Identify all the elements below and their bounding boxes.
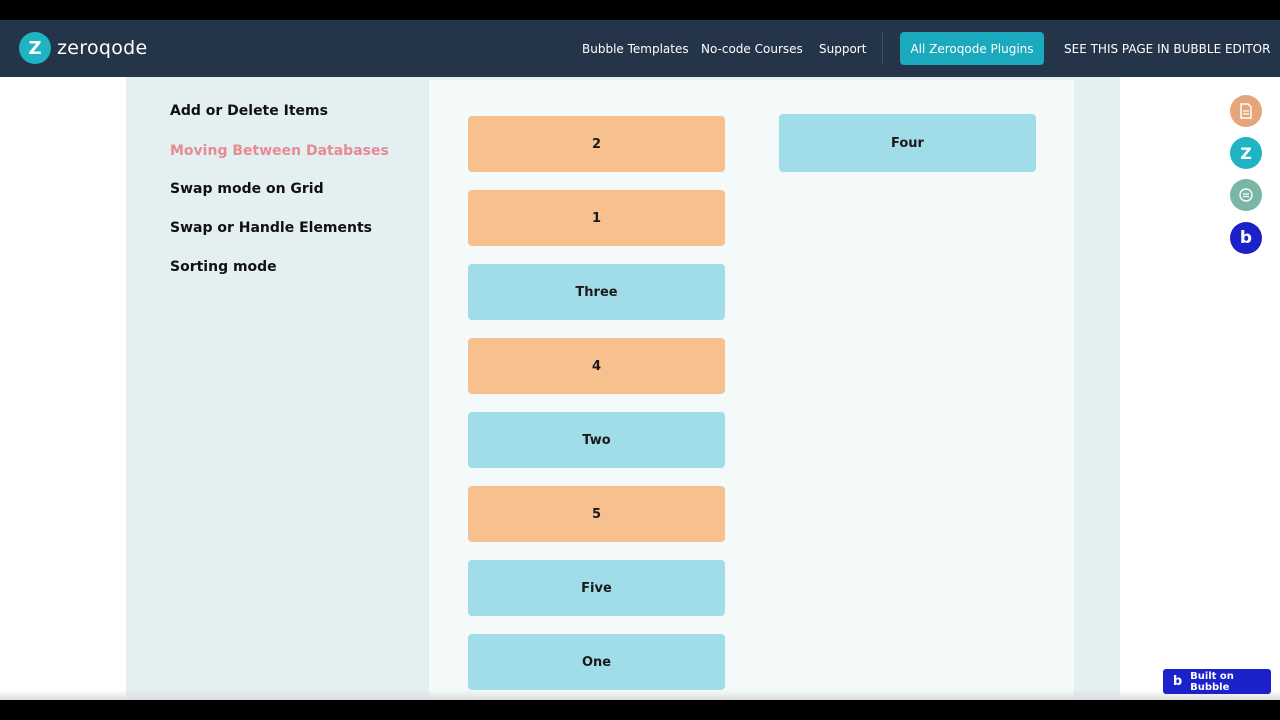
sidebar-item-add-delete[interactable]: Add or Delete Items bbox=[170, 103, 328, 119]
sidebar-item-swap-handle[interactable]: Swap or Handle Elements bbox=[170, 220, 372, 236]
bubble-icon[interactable]: b bbox=[1230, 222, 1262, 254]
sidebar-item-sorting[interactable]: Sorting mode bbox=[170, 259, 277, 275]
nav-divider bbox=[882, 32, 883, 65]
badge-label: Built on Bubble bbox=[1190, 670, 1234, 693]
draggable-card[interactable]: 1 bbox=[468, 190, 725, 246]
nav-no-code-courses[interactable]: No-code Courses bbox=[701, 20, 803, 77]
bubble-logo-icon: b bbox=[1172, 674, 1183, 689]
nav-link-label: Support bbox=[819, 41, 867, 56]
nav-support[interactable]: Support bbox=[819, 20, 866, 77]
sidebar-item-swap-grid[interactable]: Swap mode on Grid bbox=[170, 181, 324, 197]
zeroqode-icon[interactable]: Z bbox=[1230, 137, 1262, 169]
zeroqode-logo[interactable]: Z zeroqode bbox=[19, 32, 148, 64]
draggable-card[interactable]: 2 bbox=[468, 116, 725, 172]
logo-text: zeroqode bbox=[57, 37, 148, 59]
nav-link-label: No-code Courses bbox=[701, 41, 803, 56]
nav-link-label: Bubble Templates bbox=[582, 41, 689, 56]
top-navbar: Z zeroqode Bubble Templates No-code Cour… bbox=[0, 20, 1280, 77]
draggable-card[interactable]: 4 bbox=[468, 338, 725, 394]
draggable-card[interactable]: Five bbox=[468, 560, 725, 616]
zeroqode-logo-icon: Z bbox=[19, 32, 51, 64]
draggable-card[interactable]: Four bbox=[779, 114, 1036, 172]
nav-bubble-templates[interactable]: Bubble Templates bbox=[582, 20, 689, 77]
document-icon[interactable] bbox=[1230, 95, 1262, 127]
sidebar-item-moving-databases[interactable]: Moving Between Databases bbox=[170, 143, 389, 159]
built-on-bubble-badge[interactable]: b Built on Bubble bbox=[1163, 669, 1271, 694]
demo-panel: 2 1 Three 4 Two 5 Five One Four bbox=[429, 80, 1074, 700]
page-viewport: Z zeroqode Bubble Templates No-code Cour… bbox=[0, 20, 1280, 700]
see-in-editor-link[interactable]: SEE THIS PAGE IN BUBBLE EDITOR bbox=[1064, 20, 1270, 77]
draggable-card[interactable]: Three bbox=[468, 264, 725, 320]
bottom-fade bbox=[0, 690, 1280, 700]
letterbox-top bbox=[0, 0, 1280, 20]
draggable-card[interactable]: One bbox=[468, 634, 725, 690]
all-plugins-button[interactable]: All Zeroqode Plugins bbox=[900, 32, 1044, 65]
letterbox-bottom bbox=[0, 700, 1280, 720]
chat-icon[interactable] bbox=[1230, 179, 1262, 211]
draggable-card[interactable]: 5 bbox=[468, 486, 725, 542]
draggable-card[interactable]: Two bbox=[468, 412, 725, 468]
